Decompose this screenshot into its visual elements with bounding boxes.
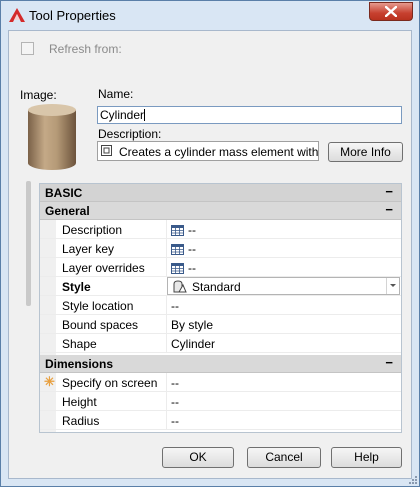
cancel-button[interactable]: Cancel: [247, 447, 321, 468]
table-icon: [171, 263, 184, 274]
description-label: Description:: [98, 127, 162, 141]
basic-header-label: BASIC: [45, 186, 83, 200]
collapse-general-icon[interactable]: −: [385, 202, 393, 217]
property-value: By style: [171, 318, 214, 332]
property-value-text: --: [188, 261, 196, 275]
close-button[interactable]: [369, 2, 413, 21]
collapse-dimensions-icon[interactable]: −: [385, 355, 393, 370]
property-value-text: --: [188, 223, 196, 237]
property-row-shape[interactable]: Shape Cylinder: [40, 334, 401, 353]
description-value: Creates a cylinder mass element with s: [119, 145, 319, 159]
cylinder-preview-image: [28, 104, 76, 170]
property-key: Layer key: [62, 242, 115, 256]
column-divider: [166, 334, 167, 352]
required-marker-icon: ✳: [44, 374, 55, 389]
close-icon: [385, 6, 397, 17]
column-divider: [166, 315, 167, 333]
property-row-style[interactable]: Style Standard: [40, 277, 401, 296]
property-row-layer-key[interactable]: Layer key --: [40, 239, 401, 258]
dimensions-category-header[interactable]: Dimensions −: [40, 355, 401, 373]
column-divider: [166, 392, 167, 410]
column-divider: [166, 373, 167, 391]
property-key: Description: [62, 223, 123, 237]
window-title: Tool Properties: [29, 8, 116, 23]
image-label: Image:: [20, 88, 57, 102]
property-row-specify-on-screen[interactable]: ✳ Specify on screen --: [40, 373, 401, 392]
more-info-button[interactable]: More Info: [328, 142, 403, 162]
dialog-body: Refresh from: Image: Name: Cylinder Desc…: [8, 30, 412, 479]
ok-button[interactable]: OK: [162, 447, 234, 468]
property-value[interactable]: --: [171, 242, 196, 256]
property-row-height[interactable]: Height --: [40, 392, 401, 411]
help-button[interactable]: Help: [331, 447, 402, 468]
property-key: Style: [62, 280, 91, 294]
resize-grip-icon[interactable]: [407, 474, 417, 484]
property-key: Style location: [62, 299, 134, 313]
edit-text-icon[interactable]: [101, 145, 112, 156]
property-row-style-location[interactable]: Style location --: [40, 296, 401, 315]
style-icon: [173, 280, 187, 293]
name-value: Cylinder: [100, 108, 145, 122]
column-divider: [166, 220, 167, 238]
image-panel-scrollbar[interactable]: [26, 181, 31, 306]
property-row-layer-overrides[interactable]: Layer overrides --: [40, 258, 401, 277]
dimensions-header-label: Dimensions: [45, 357, 114, 371]
table-icon: [171, 244, 184, 255]
property-value: --: [171, 376, 179, 390]
properties-grid: BASIC − General − Description -- Layer k…: [39, 183, 402, 433]
property-key: Radius: [62, 414, 100, 428]
name-label: Name:: [98, 87, 134, 101]
property-row-bound-spaces[interactable]: Bound spaces By style: [40, 315, 401, 334]
property-value: --: [171, 395, 179, 409]
property-key: Bound spaces: [62, 318, 139, 332]
property-value[interactable]: --: [171, 223, 196, 237]
property-key: Shape: [62, 337, 97, 351]
property-key: Layer overrides: [62, 261, 145, 275]
name-input[interactable]: Cylinder: [97, 106, 402, 124]
column-divider: [166, 411, 167, 429]
property-value: Cylinder: [171, 337, 216, 351]
title-bar[interactable]: Tool Properties: [1, 1, 419, 29]
basic-category-header[interactable]: BASIC −: [40, 184, 401, 202]
property-row-description[interactable]: Description --: [40, 220, 401, 239]
tool-properties-dialog: Tool Properties Refresh from: Image: Nam…: [0, 0, 420, 487]
general-category-header[interactable]: General −: [40, 202, 401, 220]
general-header-label: General: [45, 204, 90, 218]
column-divider: [166, 239, 167, 257]
property-value[interactable]: --: [171, 261, 196, 275]
property-key: Height: [62, 395, 97, 409]
table-icon: [171, 225, 184, 236]
description-field[interactable]: Creates a cylinder mass element with s: [97, 141, 319, 161]
property-value: --: [171, 299, 179, 313]
autocad-app-icon: [9, 8, 25, 22]
refresh-from-checkbox[interactable]: [21, 42, 34, 55]
style-dropdown[interactable]: Standard: [167, 277, 400, 295]
chevron-down-icon[interactable]: [386, 278, 399, 294]
property-value: --: [171, 414, 179, 428]
property-value-text: --: [188, 242, 196, 256]
style-value: Standard: [192, 280, 241, 294]
column-divider: [166, 296, 167, 314]
collapse-basic-icon[interactable]: −: [385, 184, 393, 199]
property-row-radius[interactable]: Radius --: [40, 411, 401, 430]
text-caret: [144, 109, 146, 121]
column-divider: [166, 258, 167, 276]
refresh-from-label: Refresh from:: [49, 42, 122, 56]
property-key: Specify on screen: [62, 376, 158, 390]
